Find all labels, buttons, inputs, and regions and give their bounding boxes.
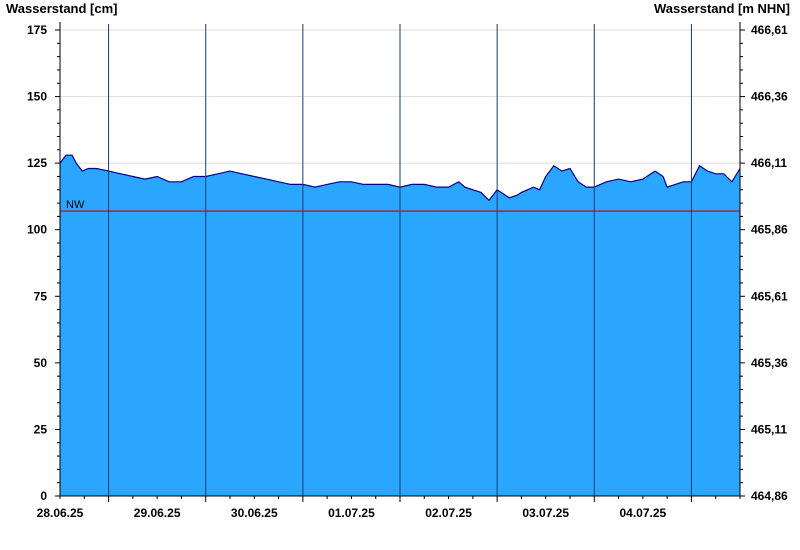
left-y-tick-label: 125: [27, 156, 47, 170]
right-y-tick-label: 466,61: [751, 23, 788, 37]
left-y-tick-label: 150: [27, 90, 47, 104]
right-y-tick-label: 464,86: [751, 489, 788, 503]
right-axis-title: Wasserstand [m NHN]: [654, 1, 790, 16]
x-tick-label: 04.07.25: [619, 506, 666, 520]
x-tick-label: 30.06.25: [231, 506, 278, 520]
water-level-chart: NW 0 464,86 25 465,11 50 465,36 75 465,61 100 465…: [6, 1, 790, 520]
left-y-tick-label: 75: [34, 289, 48, 303]
right-y-tick-label: 465,11: [751, 422, 787, 436]
left-y-tick-label: 100: [27, 223, 47, 237]
right-y-tick-label: 465,36: [751, 356, 788, 370]
left-axis-title: Wasserstand [cm]: [6, 1, 118, 16]
left-y-tick-label: 175: [27, 23, 47, 37]
x-tick-label: 28.06.25: [37, 506, 84, 520]
right-y-tick-label: 465,61: [751, 289, 788, 303]
x-tick-label: 02.07.25: [425, 506, 472, 520]
x-tick-label: 01.07.25: [328, 506, 375, 520]
left-y-tick-label: 25: [34, 422, 48, 436]
right-y-tick-label: 466,11: [751, 156, 787, 170]
x-tick-label: 03.07.25: [522, 506, 569, 520]
left-y-tick-label: 50: [34, 356, 48, 370]
left-y-tick-label: 0: [40, 489, 47, 503]
right-y-tick-label: 465,86: [751, 223, 788, 237]
x-tick-label: 29.06.25: [134, 506, 181, 520]
nw-reference-label: NW: [66, 199, 85, 211]
right-y-tick-label: 466,36: [751, 90, 788, 104]
